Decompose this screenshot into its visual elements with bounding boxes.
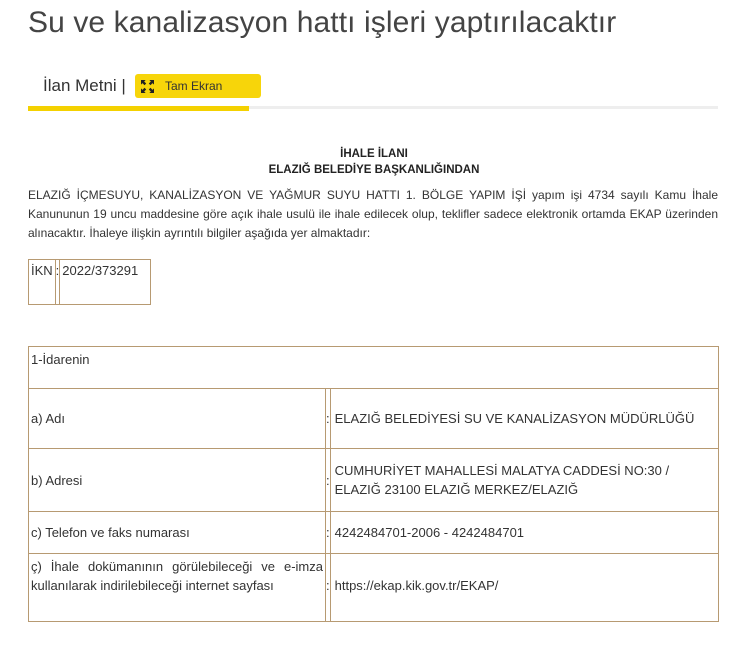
doc-heading-primary: İHALE İLANI	[340, 148, 408, 160]
table-row: c) Telefon ve faks numarası : 4242484701…	[28, 511, 720, 554]
row-value: CUMHURİYET MAHALLESİ MALATYA CADDESİ NO:…	[329, 448, 720, 512]
row-label: c) Telefon ve faks numarası	[28, 511, 326, 554]
tab-active-indicator	[28, 106, 249, 111]
row-label: b) Adresi	[28, 448, 326, 512]
table-row: ç) İhale dokümanının görülebileceği ve e…	[28, 553, 720, 622]
row-label: ç) İhale dokümanının görülebileceği ve e…	[28, 553, 326, 622]
row-label: a) Adı	[28, 388, 326, 449]
expand-arrows-icon	[141, 79, 154, 93]
row-value-link[interactable]: https://ekap.kik.gov.tr/EKAP/	[329, 553, 720, 622]
tab-bar: İlan Metni | Tam Ekran	[28, 70, 718, 112]
idare-table: 1-İdarenin a) Adı : ELAZIĞ BELEDİYESİ SU…	[28, 346, 720, 622]
intro-paragraph: ELAZIĞ İÇMESUYU, KANALİZASYON VE YAĞMUR …	[28, 188, 718, 240]
row-value: ELAZIĞ BELEDİYESİ SU VE KANALİZASYON MÜD…	[329, 388, 720, 449]
page-title: Su ve kanalizasyon hattı işleri yaptırıl…	[28, 6, 617, 39]
section-title: 1-İdarenin	[28, 346, 719, 389]
tab-ilan-metni[interactable]: İlan Metni |	[43, 76, 126, 96]
row-value: 4242484701-2006 - 4242484701	[329, 511, 720, 554]
fullscreen-label: Tam Ekran	[165, 79, 223, 93]
ikn-value: 2022/373291	[59, 259, 152, 305]
table-row: a) Adı : ELAZIĞ BELEDİYESİ SU VE KANALİZ…	[28, 388, 720, 449]
doc-heading-secondary: ELAZIĞ BELEDİYE BAŞKANLIĞINDAN	[268, 164, 480, 176]
ikn-label: İKN	[28, 259, 56, 305]
table-row: b) Adresi : CUMHURİYET MAHALLESİ MALATYA…	[28, 448, 720, 512]
ikn-table: İKN : 2022/373291	[28, 259, 152, 305]
fullscreen-button[interactable]: Tam Ekran	[135, 74, 261, 98]
